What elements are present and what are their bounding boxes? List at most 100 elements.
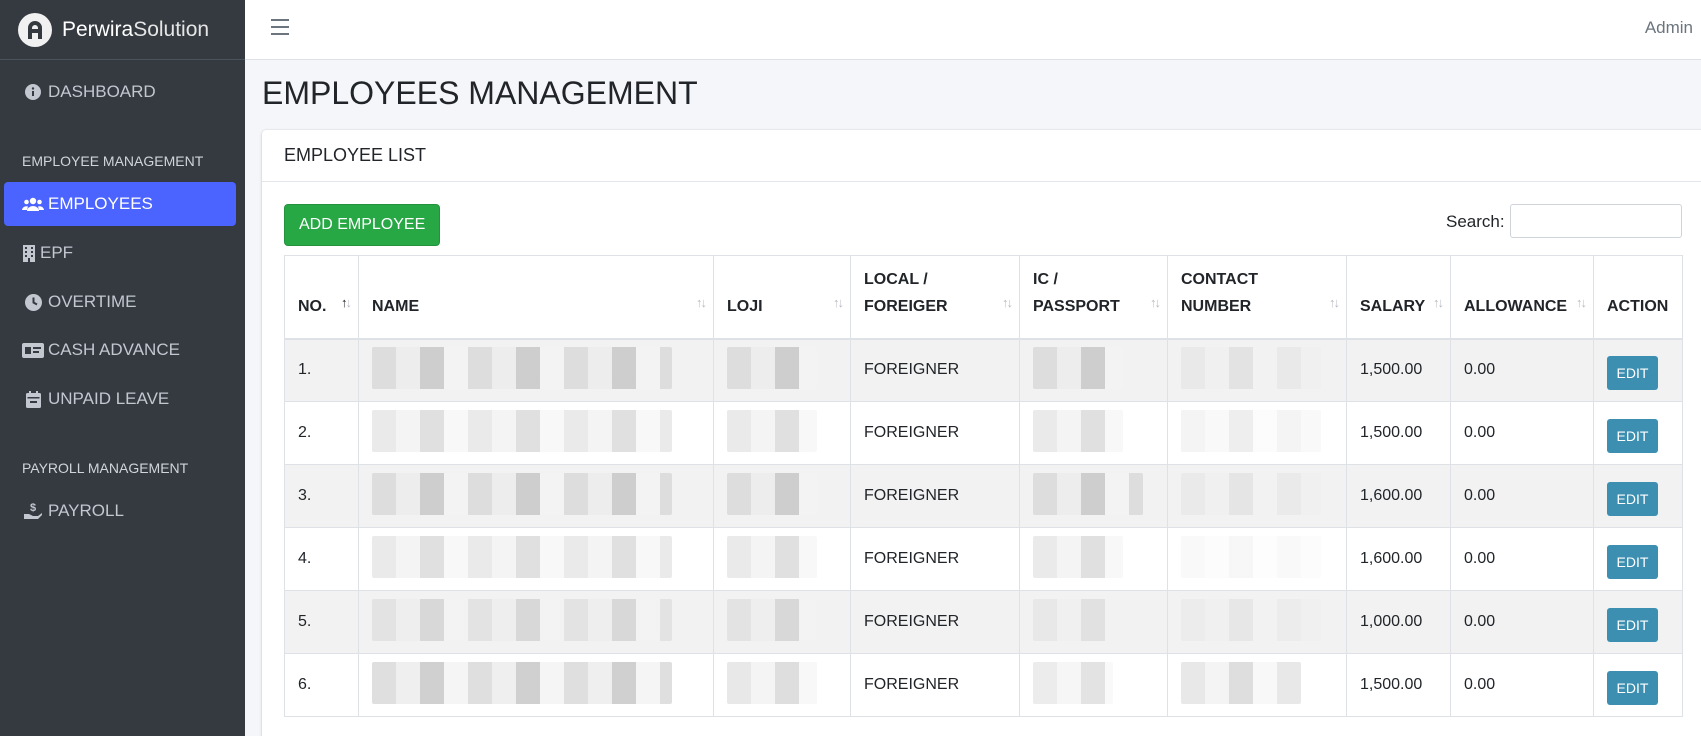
edit-button[interactable]: EDIT (1607, 356, 1658, 391)
svg-text:$: $ (30, 502, 36, 514)
cell-type: FOREIGNER (850, 653, 1020, 717)
table-row: 6. FOREIGNER 1,500.00 0.00 EDIT (284, 653, 1684, 717)
sidebar-item-overtime[interactable]: OVERTIME (4, 280, 236, 324)
redacted-block (372, 472, 672, 515)
sidebar-item-label: DASHBOARD (48, 82, 156, 101)
edit-button[interactable]: EDIT (1607, 608, 1658, 642)
cell-ic-redacted (1019, 401, 1168, 465)
edit-button[interactable]: EDIT (1607, 482, 1658, 516)
cell-no: 6. (284, 653, 359, 717)
table-row: 3. FOREIGNER 1,600.00 0.00 EDIT (284, 464, 1684, 528)
col-header-label: SALARY (1360, 297, 1426, 315)
edit-button[interactable]: EDIT (1607, 545, 1658, 579)
cell-no: 3. (284, 464, 359, 528)
col-header-label: CONTACT (1181, 270, 1259, 288)
col-header-label: LOJI (727, 297, 763, 315)
cell-action: EDIT (1592, 401, 1684, 465)
top-navbar: Admin (245, 0, 1701, 60)
redacted-block (727, 598, 817, 641)
cell-action: EDIT (1592, 653, 1684, 717)
cell-allowance: 0.00 (1450, 464, 1594, 528)
add-employee-button[interactable]: ADD EMPLOYEE (284, 204, 441, 246)
redacted-block (1181, 472, 1321, 515)
col-header-loji[interactable]: LOJI ↑↓ (713, 255, 851, 340)
menu-toggle-icon[interactable] (271, 19, 289, 37)
table-row: 2. FOREIGNER 1,500.00 0.00 EDIT (284, 401, 1684, 465)
cell-action: EDIT (1592, 464, 1684, 528)
col-header-ic-passport[interactable]: IC / PASSPORT ↑↓ (1019, 255, 1168, 340)
cell-loji-redacted (713, 338, 851, 402)
table-header-row: NO. ↑↓ NAME ↑↓ LOJI ↑↓ LOCAL / FOREIGER ↑↓ IC… (284, 255, 1684, 340)
col-header-salary[interactable]: SALARY ↑↓ (1346, 255, 1451, 340)
col-header-name[interactable]: NAME ↑↓ (358, 255, 714, 340)
sidebar-item-dashboard[interactable]: DASHBOARD (4, 70, 236, 114)
cell-action: EDIT (1592, 338, 1684, 402)
cell-contact-redacted (1167, 590, 1347, 654)
cell-name-redacted (358, 590, 714, 654)
edit-button[interactable]: EDIT (1607, 419, 1658, 453)
calendar-icon (22, 390, 44, 408)
cell-loji-redacted (713, 590, 851, 654)
employee-table: NO. ↑↓ NAME ↑↓ LOJI ↑↓ LOCAL / FOREIGER ↑↓ IC… (284, 255, 1684, 717)
sidebar-item-epf[interactable]: EPF (4, 231, 236, 275)
cell-type: FOREIGNER (850, 464, 1020, 528)
cell-contact-redacted (1167, 464, 1347, 528)
cell-name-redacted (358, 653, 714, 717)
sidebar-item-label: EMPLOYEES (48, 194, 153, 213)
cell-salary: 1,500.00 (1346, 653, 1451, 717)
col-header-local-foreiger[interactable]: LOCAL / FOREIGER ↑↓ (850, 255, 1020, 340)
cell-type: FOREIGNER (850, 527, 1020, 591)
redacted-block (727, 535, 817, 578)
nav-header-employee-management: EMPLOYEE MANAGEMENT (22, 153, 204, 169)
col-header-action: ACTION (1592, 255, 1684, 340)
sidebar-item-unpaid-leave[interactable]: UNPAID LEAVE (4, 377, 236, 421)
col-header-label: ALLOWANCE (1464, 297, 1568, 315)
redacted-block (372, 535, 672, 578)
cell-allowance: 0.00 (1450, 653, 1594, 717)
search-input[interactable] (1510, 204, 1682, 238)
cell-loji-redacted (713, 653, 851, 717)
nav-header-payroll-management: PAYROLL MANAGEMENT (22, 460, 189, 476)
redacted-block (372, 409, 672, 452)
redacted-block (727, 346, 817, 389)
col-header-label: NUMBER (1181, 297, 1252, 315)
cell-salary: 1,000.00 (1346, 590, 1451, 654)
cell-contact-redacted (1167, 338, 1347, 402)
redacted-block (1033, 598, 1123, 641)
edit-button[interactable]: EDIT (1607, 671, 1658, 705)
table-row: 5. FOREIGNER 1,000.00 0.00 EDIT (284, 590, 1684, 654)
cell-no: 1. (284, 338, 359, 402)
sidebar-item-cash-advance[interactable]: CASH ADVANCE (4, 328, 236, 372)
cell-contact-redacted (1167, 527, 1347, 591)
col-header-allowance[interactable]: ALLOWANCE ↑↓ (1450, 255, 1594, 340)
table-row: 1. FOREIGNER 1,500.00 0.00 EDIT (284, 338, 1684, 402)
col-header-contact-number[interactable]: CONTACT NUMBER ↑↓ (1167, 255, 1347, 340)
brand[interactable]: PerwiraSolution (0, 0, 245, 60)
col-header-no[interactable]: NO. ↑↓ (284, 255, 359, 340)
cell-no: 5. (284, 590, 359, 654)
sidebar-item-payroll[interactable]: $ PAYROLL (4, 489, 236, 533)
cell-ic-redacted (1019, 527, 1168, 591)
sidebar-item-label: UNPAID LEAVE (48, 389, 170, 408)
cell-type: FOREIGNER (850, 401, 1020, 465)
cell-action: EDIT (1592, 527, 1684, 591)
cell-action: EDIT (1592, 590, 1684, 654)
search-label: Search: (1446, 212, 1505, 231)
col-header-label: NO. (298, 297, 327, 315)
table-row: 4. FOREIGNER 1,600.00 0.00 EDIT (284, 527, 1684, 591)
brand-logo-icon (18, 12, 52, 47)
cell-allowance: 0.00 (1450, 527, 1594, 591)
sort-icon: ↑↓ (1150, 294, 1161, 310)
col-header-label: LOCAL / (864, 270, 928, 288)
card-title: EMPLOYEE LIST (262, 130, 1701, 182)
info-icon (22, 84, 44, 100)
sidebar-item-employees[interactable]: EMPLOYEES (4, 182, 236, 226)
money-card-icon (22, 342, 44, 358)
user-menu[interactable]: Admin (1645, 18, 1693, 38)
redacted-block (1181, 409, 1321, 452)
cell-allowance: 0.00 (1450, 590, 1594, 654)
cell-name-redacted (358, 338, 714, 402)
cell-ic-redacted (1019, 338, 1168, 402)
cell-loji-redacted (713, 527, 851, 591)
cell-ic-redacted (1019, 653, 1168, 717)
